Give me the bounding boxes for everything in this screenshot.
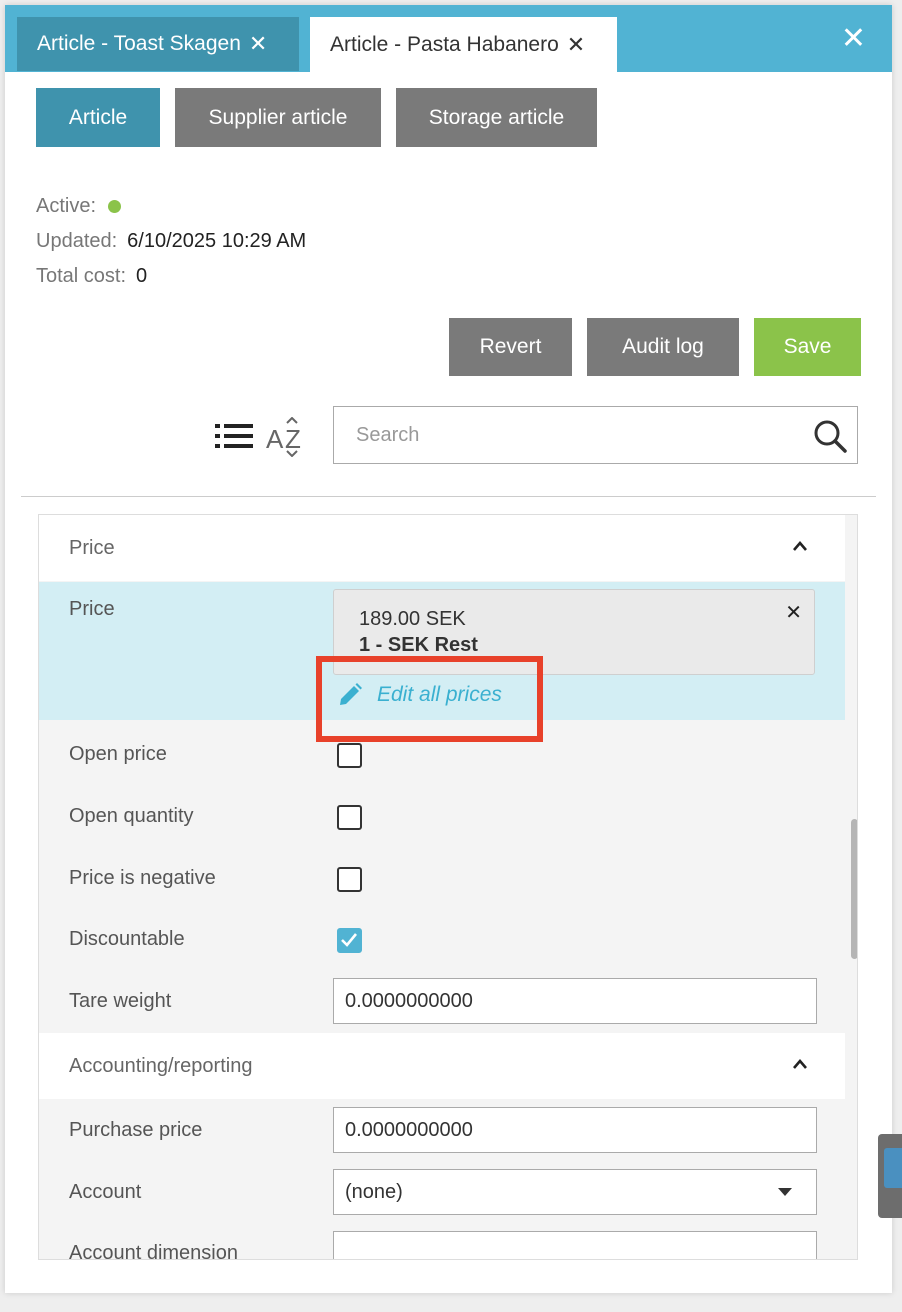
section-title: Accounting/reporting: [69, 1054, 253, 1077]
tab-label: Article - Pasta Habanero: [330, 32, 559, 56]
purchase-price-label: Purchase price: [69, 1119, 203, 1141]
tare-weight-label: Tare weight: [69, 990, 172, 1012]
sort-az-icon[interactable]: A Z: [265, 417, 307, 457]
action-buttons: Revert Audit log Save: [449, 318, 861, 376]
active-status-indicator: [108, 200, 122, 213]
purchase-price-input[interactable]: 0.0000000000: [333, 1107, 817, 1153]
updated-row: Updated: 6/10/2025 10:29 AM: [36, 224, 306, 259]
tare-weight-input[interactable]: 0.0000000000: [333, 978, 817, 1024]
close-dialog-icon[interactable]: ✕: [841, 24, 866, 54]
price-label: Price: [69, 598, 115, 620]
tab-toast-skagen[interactable]: Article - Toast Skagen ✕: [17, 17, 299, 71]
tab-label: Article - Toast Skagen: [37, 32, 241, 55]
tab-pasta-habanero[interactable]: Article - Pasta Habanero ✕: [310, 17, 617, 72]
discountable-checkbox[interactable]: [337, 928, 362, 953]
close-tab-icon[interactable]: ✕: [567, 32, 585, 58]
open-price-label: Open price: [69, 743, 167, 765]
article-info: Active: Updated: 6/10/2025 10:29 AM Tota…: [36, 189, 306, 294]
account-selected-value: (none): [345, 1180, 403, 1203]
section-title: Price: [69, 536, 115, 559]
price-negative-checkbox[interactable]: [337, 867, 362, 892]
field-toolbar: A Z: [5, 405, 892, 465]
search-icon[interactable]: [813, 419, 847, 453]
account-label: Account: [69, 1181, 142, 1203]
svg-text:A: A: [266, 424, 284, 454]
close-tab-icon[interactable]: ✕: [249, 31, 267, 57]
account-select[interactable]: (none): [333, 1169, 817, 1215]
remove-price-icon[interactable]: ✕: [785, 600, 802, 625]
audit-log-button[interactable]: Audit log: [587, 318, 739, 376]
total-cost-row: Total cost: 0: [36, 259, 306, 294]
revert-button[interactable]: Revert: [449, 318, 572, 376]
divider: [21, 496, 876, 497]
subtab-article[interactable]: Article: [36, 88, 160, 147]
highlight-annotation: [316, 656, 543, 742]
chevron-up-icon[interactable]: [791, 537, 809, 555]
active-row: Active:: [36, 189, 306, 224]
side-widget-icon: [884, 1148, 902, 1188]
subtab-storage-article[interactable]: Storage article: [396, 88, 597, 147]
subtab-supplier-article[interactable]: Supplier article: [175, 88, 381, 147]
active-label: Active:: [36, 195, 97, 217]
subtab-bar: Article Supplier article Storage article: [36, 88, 597, 147]
price-negative-label: Price is negative: [69, 867, 216, 889]
price-list-name: 1 - SEK Rest: [359, 634, 478, 656]
account-dimension-label: Account dimension: [69, 1242, 238, 1260]
accounting-section-header[interactable]: Accounting/reporting: [39, 1033, 845, 1099]
search-field[interactable]: [333, 406, 858, 464]
total-cost-value: 0: [136, 265, 148, 287]
price-section-header[interactable]: Price: [39, 515, 845, 581]
svg-text:Z: Z: [285, 424, 301, 454]
open-quantity-label: Open quantity: [69, 805, 194, 827]
search-input[interactable]: [334, 407, 794, 463]
dropdown-arrow-icon: [778, 1188, 792, 1196]
save-button[interactable]: Save: [754, 318, 861, 376]
chevron-up-icon[interactable]: [791, 1055, 809, 1073]
account-dimension-input[interactable]: [333, 1231, 817, 1259]
properties-panel: Price Price 189.00 SEK 1 - SEK Rest ✕ Ed…: [38, 514, 858, 1260]
list-icon[interactable]: [215, 423, 255, 449]
updated-label: Updated:: [36, 230, 118, 252]
price-value: 189.00 SEK: [359, 608, 466, 630]
open-price-checkbox[interactable]: [337, 743, 362, 768]
article-dialog: Article - Toast Skagen ✕ Article - Pasta…: [5, 5, 892, 1293]
updated-value: 6/10/2025 10:29 AM: [127, 230, 307, 252]
checkmark-icon: [341, 933, 358, 947]
total-cost-label: Total cost:: [36, 265, 127, 287]
dialog-titlebar: Article - Toast Skagen ✕ Article - Pasta…: [5, 5, 892, 72]
discountable-label: Discountable: [69, 928, 185, 950]
open-quantity-checkbox[interactable]: [337, 805, 362, 830]
scrollbar-thumb[interactable]: [851, 819, 857, 959]
side-widget-tab[interactable]: [878, 1134, 902, 1218]
